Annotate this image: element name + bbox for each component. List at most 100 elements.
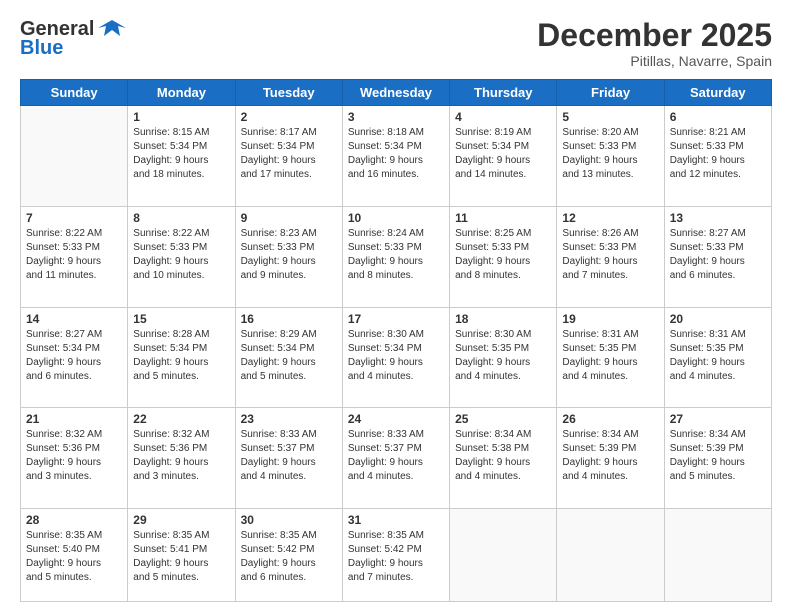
table-row: 31 Sunrise: 8:35 AMSunset: 5:42 PMDayligh… bbox=[342, 509, 449, 602]
table-row: 5 Sunrise: 8:20 AMSunset: 5:33 PMDaylight… bbox=[557, 106, 664, 207]
cell-info: Sunrise: 8:18 AMSunset: 5:34 PMDaylight:… bbox=[348, 126, 444, 182]
cell-info: Sunrise: 8:20 AMSunset: 5:33 PMDaylight:… bbox=[562, 126, 658, 182]
table-row: 13Sunrise: 8:27 AMSunset: 5:33 PMDayligh… bbox=[664, 206, 771, 307]
cell-info: Sunrise: 8:33 AMSunset: 5:37 PMDaylight:… bbox=[348, 428, 444, 484]
cell-info: Sunrise: 8:33 AMSunset: 5:37 PMDaylight:… bbox=[241, 428, 337, 484]
day-number: 10 bbox=[348, 211, 444, 225]
table-row: 7 Sunrise: 8:22 AMSunset: 5:33 PMDaylight… bbox=[21, 206, 128, 307]
day-number: 6 bbox=[670, 110, 766, 124]
table-row: 6 Sunrise: 8:21 AMSunset: 5:33 PMDaylight… bbox=[664, 106, 771, 207]
header-tuesday: Tuesday bbox=[235, 80, 342, 106]
cell-info: Sunrise: 8:35 AMSunset: 5:42 PMDaylight:… bbox=[348, 529, 444, 585]
cell-info: Sunrise: 8:32 AMSunset: 5:36 PMDaylight:… bbox=[26, 428, 122, 484]
table-row: 10Sunrise: 8:24 AMSunset: 5:33 PMDayligh… bbox=[342, 206, 449, 307]
table-row: 14 Sunrise: 8:27 AMSunset: 5:34 PMDayligh… bbox=[21, 307, 128, 408]
cell-info: Sunrise: 8:30 AMSunset: 5:35 PMDaylight:… bbox=[455, 328, 551, 384]
cell-info: Sunrise: 8:15 AMSunset: 5:34 PMDaylight:… bbox=[133, 126, 229, 182]
cell-info: Sunrise: 8:17 AMSunset: 5:34 PMDaylight:… bbox=[241, 126, 337, 182]
table-row: 2 Sunrise: 8:17 AMSunset: 5:34 PMDaylight… bbox=[235, 106, 342, 207]
title-section: December 2025 Pitillas, Navarre, Spain bbox=[537, 18, 772, 69]
cell-info: Sunrise: 8:31 AMSunset: 5:35 PMDaylight:… bbox=[562, 328, 658, 384]
logo-blue: Blue bbox=[20, 37, 63, 60]
table-row bbox=[21, 106, 128, 207]
header-thursday: Thursday bbox=[450, 80, 557, 106]
day-number: 27 bbox=[670, 412, 766, 426]
cell-info: Sunrise: 8:25 AMSunset: 5:33 PMDaylight:… bbox=[455, 227, 551, 283]
cell-info: Sunrise: 8:35 AMSunset: 5:41 PMDaylight:… bbox=[133, 529, 229, 585]
day-number: 8 bbox=[133, 211, 229, 225]
table-row: 12 Sunrise: 8:26 AMSunset: 5:33 PMDayligh… bbox=[557, 206, 664, 307]
cell-info: Sunrise: 8:34 AMSunset: 5:39 PMDaylight:… bbox=[562, 428, 658, 484]
table-row: 4 Sunrise: 8:19 AMSunset: 5:34 PMDaylight… bbox=[450, 106, 557, 207]
day-number: 20 bbox=[670, 312, 766, 326]
day-number: 4 bbox=[455, 110, 551, 124]
table-row bbox=[664, 509, 771, 602]
header-friday: Friday bbox=[557, 80, 664, 106]
cell-info: Sunrise: 8:21 AMSunset: 5:33 PMDaylight:… bbox=[670, 126, 766, 182]
day-number: 12 bbox=[562, 211, 658, 225]
table-row: 11 Sunrise: 8:25 AMSunset: 5:33 PMDayligh… bbox=[450, 206, 557, 307]
day-number: 7 bbox=[26, 211, 122, 225]
day-number: 22 bbox=[133, 412, 229, 426]
header: General Blue December 2025 Pitillas, Nav… bbox=[20, 18, 772, 69]
day-number: 23 bbox=[241, 412, 337, 426]
cell-info: Sunrise: 8:32 AMSunset: 5:36 PMDaylight:… bbox=[133, 428, 229, 484]
table-row: 29 Sunrise: 8:35 AMSunset: 5:41 PMDayligh… bbox=[128, 509, 235, 602]
cell-info: Sunrise: 8:34 AMSunset: 5:38 PMDaylight:… bbox=[455, 428, 551, 484]
cell-info: Sunrise: 8:27 AMSunset: 5:34 PMDaylight:… bbox=[26, 328, 122, 384]
table-row: 17Sunrise: 8:30 AMSunset: 5:34 PMDayligh… bbox=[342, 307, 449, 408]
table-row: 26 Sunrise: 8:34 AMSunset: 5:39 PMDayligh… bbox=[557, 408, 664, 509]
calendar-table: Sunday Monday Tuesday Wednesday Thursday… bbox=[20, 79, 772, 602]
table-row: 1Sunrise: 8:15 AMSunset: 5:34 PMDaylight… bbox=[128, 106, 235, 207]
day-number: 26 bbox=[562, 412, 658, 426]
table-row: 16 Sunrise: 8:29 AMSunset: 5:34 PMDayligh… bbox=[235, 307, 342, 408]
day-number: 13 bbox=[670, 211, 766, 225]
cell-info: Sunrise: 8:29 AMSunset: 5:34 PMDaylight:… bbox=[241, 328, 337, 384]
table-row: 19 Sunrise: 8:31 AMSunset: 5:35 PMDayligh… bbox=[557, 307, 664, 408]
day-number: 19 bbox=[562, 312, 658, 326]
table-row: 23 Sunrise: 8:33 AMSunset: 5:37 PMDayligh… bbox=[235, 408, 342, 509]
table-row: 8 Sunrise: 8:22 AMSunset: 5:33 PMDaylight… bbox=[128, 206, 235, 307]
day-number: 2 bbox=[241, 110, 337, 124]
table-row: 9Sunrise: 8:23 AMSunset: 5:33 PMDaylight… bbox=[235, 206, 342, 307]
day-number: 11 bbox=[455, 211, 551, 225]
day-number: 31 bbox=[348, 513, 444, 527]
cell-info: Sunrise: 8:34 AMSunset: 5:39 PMDaylight:… bbox=[670, 428, 766, 484]
day-number: 29 bbox=[133, 513, 229, 527]
day-number: 16 bbox=[241, 312, 337, 326]
table-row: 25 Sunrise: 8:34 AMSunset: 5:38 PMDayligh… bbox=[450, 408, 557, 509]
cell-info: Sunrise: 8:35 AMSunset: 5:42 PMDaylight:… bbox=[241, 529, 337, 585]
header-sunday: Sunday bbox=[21, 80, 128, 106]
logo: General Blue bbox=[20, 18, 126, 60]
cell-info: Sunrise: 8:22 AMSunset: 5:33 PMDaylight:… bbox=[133, 227, 229, 283]
table-row: 15 Sunrise: 8:28 AMSunset: 5:34 PMDayligh… bbox=[128, 307, 235, 408]
table-row bbox=[450, 509, 557, 602]
cell-info: Sunrise: 8:28 AMSunset: 5:34 PMDaylight:… bbox=[133, 328, 229, 384]
table-row bbox=[557, 509, 664, 602]
cell-info: Sunrise: 8:26 AMSunset: 5:33 PMDaylight:… bbox=[562, 227, 658, 283]
month-title: December 2025 bbox=[537, 18, 772, 53]
cell-info: Sunrise: 8:35 AMSunset: 5:40 PMDaylight:… bbox=[26, 529, 122, 585]
day-number: 14 bbox=[26, 312, 122, 326]
day-number: 30 bbox=[241, 513, 337, 527]
day-number: 15 bbox=[133, 312, 229, 326]
day-number: 17 bbox=[348, 312, 444, 326]
cell-info: Sunrise: 8:23 AMSunset: 5:33 PMDaylight:… bbox=[241, 227, 337, 283]
day-number: 18 bbox=[455, 312, 551, 326]
table-row: 30 Sunrise: 8:35 AMSunset: 5:42 PMDayligh… bbox=[235, 509, 342, 602]
logo-bird-icon bbox=[98, 18, 126, 40]
header-wednesday: Wednesday bbox=[342, 80, 449, 106]
table-row: 28Sunrise: 8:35 AMSunset: 5:40 PMDayligh… bbox=[21, 509, 128, 602]
table-row: 3Sunrise: 8:18 AMSunset: 5:34 PMDaylight… bbox=[342, 106, 449, 207]
header-saturday: Saturday bbox=[664, 80, 771, 106]
cell-info: Sunrise: 8:19 AMSunset: 5:34 PMDaylight:… bbox=[455, 126, 551, 182]
day-number: 24 bbox=[348, 412, 444, 426]
weekday-header-row: Sunday Monday Tuesday Wednesday Thursday… bbox=[21, 80, 772, 106]
day-number: 25 bbox=[455, 412, 551, 426]
table-row: 21 Sunrise: 8:32 AMSunset: 5:36 PMDayligh… bbox=[21, 408, 128, 509]
day-number: 5 bbox=[562, 110, 658, 124]
page: General Blue December 2025 Pitillas, Nav… bbox=[0, 0, 792, 612]
day-number: 21 bbox=[26, 412, 122, 426]
cell-info: Sunrise: 8:22 AMSunset: 5:33 PMDaylight:… bbox=[26, 227, 122, 283]
cell-info: Sunrise: 8:31 AMSunset: 5:35 PMDaylight:… bbox=[670, 328, 766, 384]
